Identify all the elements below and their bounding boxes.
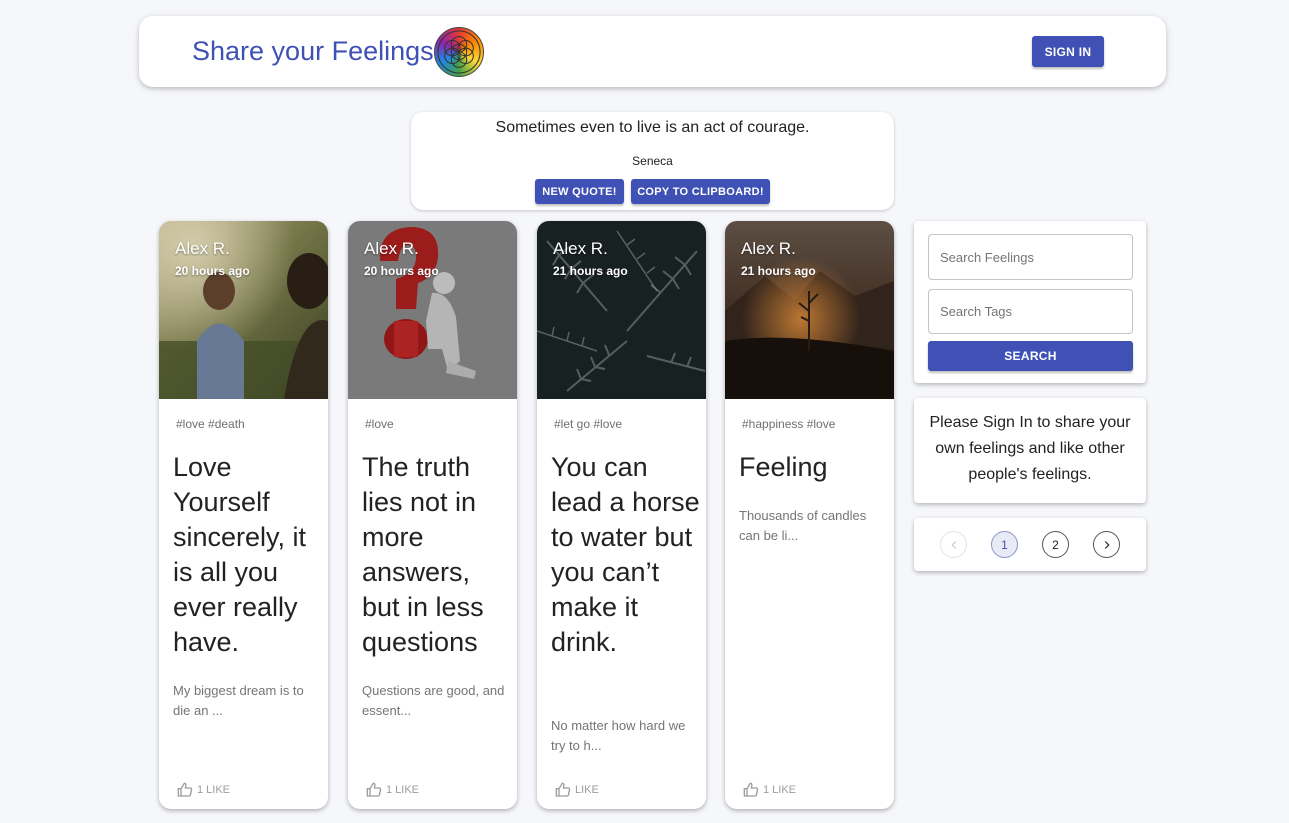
like-count: LIKE bbox=[575, 784, 599, 796]
card-timestamp: 21 hours ago bbox=[741, 264, 816, 278]
card-author: Alex R. bbox=[175, 239, 230, 258]
like-count: 1 LIKE bbox=[386, 784, 420, 796]
card-excerpt: No matter how hard we try to h... bbox=[551, 718, 686, 753]
like-button[interactable]: LIKE bbox=[555, 782, 599, 798]
card-tags: #love bbox=[365, 417, 394, 431]
previous-page-button[interactable] bbox=[940, 531, 967, 558]
sign-in-notice: Please Sign In to share your own feeling… bbox=[914, 398, 1146, 503]
card-image: Alex R. 21 hours ago bbox=[725, 221, 894, 399]
like-count: 1 LIKE bbox=[763, 784, 797, 796]
page-2-button[interactable]: 2 bbox=[1042, 531, 1069, 558]
search-button[interactable]: SEARCH bbox=[928, 341, 1133, 371]
thumb-up-icon bbox=[555, 782, 571, 797]
chevron-right-icon bbox=[1104, 540, 1110, 549]
card-author: Alex R. bbox=[741, 239, 796, 258]
feeling-card[interactable]: Alex R. 20 hours ago #love #death Love Y… bbox=[159, 221, 328, 809]
card-image: Alex R. 20 hours ago bbox=[348, 221, 517, 399]
card-title: The truth lies not in more answers, but … bbox=[362, 452, 484, 657]
card-tags: #let go #love bbox=[554, 417, 623, 431]
card-excerpt: My biggest dream is to die an ... bbox=[173, 683, 304, 718]
card-image: Alex R. 21 hours ago bbox=[537, 221, 706, 399]
quote-author: Seneca bbox=[632, 154, 673, 168]
feeling-card[interactable]: Alex R. 20 hours ago #love The truth lie… bbox=[348, 221, 517, 809]
next-page-button[interactable] bbox=[1093, 531, 1120, 558]
like-button[interactable]: 1 LIKE bbox=[366, 782, 419, 798]
card-author: Alex R. bbox=[553, 239, 608, 258]
card-timestamp: 20 hours ago bbox=[175, 264, 250, 278]
new-quote-button[interactable]: NEW QUOTE! bbox=[535, 179, 624, 204]
card-excerpt: Thousands of candles can be li... bbox=[739, 508, 867, 543]
card-tags: #happiness #love bbox=[742, 417, 836, 431]
card-timestamp: 20 hours ago bbox=[364, 264, 439, 278]
search-tags-input[interactable] bbox=[928, 289, 1133, 334]
card-author: Alex R. bbox=[364, 239, 419, 258]
card-title: Love Yourself sincerely, it is all you e… bbox=[173, 452, 307, 657]
card-timestamp: 21 hours ago bbox=[553, 264, 628, 278]
sign-in-notice-text: Please Sign In to share your own feeling… bbox=[929, 414, 1131, 483]
quote-text: Sometimes even to live is an act of cour… bbox=[495, 119, 810, 136]
app-header: Share your Feelings SIGN IN bbox=[139, 16, 1166, 87]
card-tags: #love #death bbox=[176, 417, 245, 431]
feeling-card[interactable]: Alex R. 21 hours ago #happiness #love Fe… bbox=[725, 221, 894, 809]
pagination: 1 2 bbox=[914, 518, 1146, 571]
search-panel: SEARCH bbox=[914, 221, 1146, 383]
like-button[interactable]: 1 LIKE bbox=[177, 782, 230, 798]
app-title[interactable]: Share your Feelings bbox=[192, 36, 434, 67]
flower-of-life-logo-icon bbox=[434, 27, 484, 77]
sign-in-button[interactable]: SIGN IN bbox=[1032, 36, 1104, 67]
like-button[interactable]: 1 LIKE bbox=[743, 782, 796, 798]
thumb-up-icon bbox=[366, 782, 382, 797]
thumb-up-icon bbox=[743, 782, 759, 797]
like-count: 1 LIKE bbox=[197, 784, 231, 796]
card-excerpt: Questions are good, and essent... bbox=[362, 683, 505, 718]
chevron-left-icon bbox=[950, 540, 956, 549]
card-image: Alex R. 20 hours ago bbox=[159, 221, 328, 399]
thumb-up-icon bbox=[177, 782, 193, 797]
feeling-card[interactable]: Alex R. 21 hours ago #let go #love You c… bbox=[537, 221, 706, 809]
search-feelings-input[interactable] bbox=[928, 234, 1133, 280]
copy-to-clipboard-button[interactable]: COPY TO CLIPBOARD! bbox=[631, 179, 770, 204]
card-title: You can lead a horse to water but you ca… bbox=[551, 452, 700, 657]
page-1-button[interactable]: 1 bbox=[991, 531, 1018, 558]
quote-card: Sometimes even to live is an act of cour… bbox=[411, 112, 894, 210]
card-title: Feeling bbox=[739, 452, 828, 482]
